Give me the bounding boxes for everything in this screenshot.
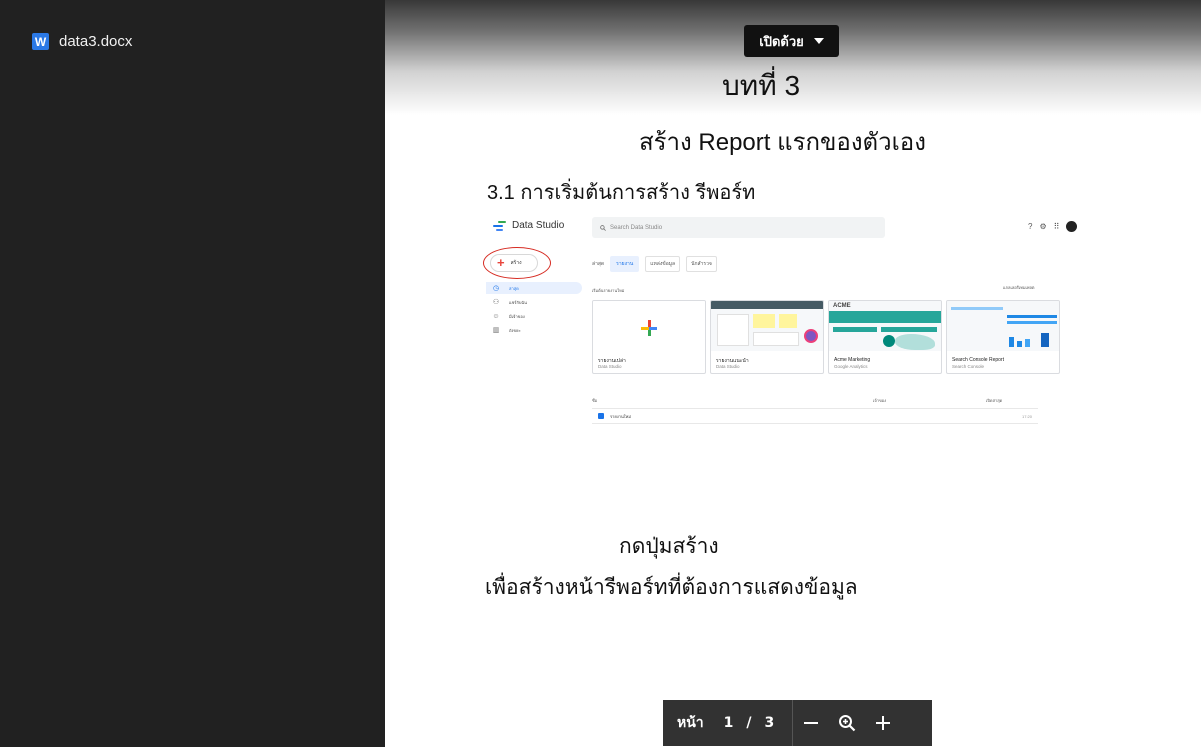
ds-nav-label: มีเจ้าของ xyxy=(509,313,525,319)
list-header-opened: เปิดล่าสุด xyxy=(986,398,1003,403)
card-subtitle: Data Studio xyxy=(598,364,622,369)
ds-nav-label: แชร์กับฉัน xyxy=(509,299,527,305)
card-subtitle: Search Console xyxy=(952,364,985,369)
plus-icon xyxy=(876,716,891,730)
start-new-report-label: เริ่มต้นรายงานใหม่ xyxy=(592,288,625,293)
list-header-owner: เจ้าของ xyxy=(873,398,887,403)
data-studio-icon xyxy=(493,220,506,231)
card-thumbnail xyxy=(593,301,705,351)
minus-icon xyxy=(804,722,819,724)
person-icon: ☺ xyxy=(492,312,500,320)
open-with-button[interactable]: เปิดด้วย xyxy=(744,25,839,57)
section-heading: 3.1 การเริ่มต้นการสร้าง รีพอร์ท xyxy=(487,182,756,204)
zoom-reset-button[interactable] xyxy=(829,700,865,746)
page-separator: / xyxy=(746,715,752,731)
zoom-out-button[interactable] xyxy=(793,700,829,746)
multicolor-plus-icon xyxy=(641,320,657,336)
ds-toolbar: ? ⚙ ⠿ xyxy=(1028,221,1078,232)
template-card-search-console: Search Console Report Search Console xyxy=(946,300,1060,374)
tab-reports: รายงาน xyxy=(610,256,640,272)
annotation-red-circle xyxy=(483,247,551,279)
tab-data-sources: แหล่งข้อมูล xyxy=(645,256,681,272)
card-subtitle: Google Analytics xyxy=(834,364,868,369)
template-card-blank: รายงานเปล่า Data Studio xyxy=(592,300,706,374)
caption-line-2: เพื่อสร้างหน้ารีพอร์ทที่ต้องการแสดงข้อมู… xyxy=(485,576,858,599)
chapter-subtitle: สร้าง Report แรกของตัวเอง xyxy=(639,129,926,156)
page-controls: หน้า 1 / 3 xyxy=(663,700,932,746)
trash-icon: ▥ xyxy=(492,327,500,334)
avatar xyxy=(1066,221,1078,232)
file-sidebar: W data3.docx xyxy=(0,0,385,747)
list-header-name: ชื่อ xyxy=(592,398,598,403)
caption-line-1: กดปุ่มสร้าง xyxy=(619,535,719,558)
file-name: data3.docx xyxy=(59,33,133,50)
file-header: W data3.docx xyxy=(32,33,132,50)
search-icon xyxy=(600,224,606,231)
document-preview: เปิดด้วย บทที่ 3 สร้าง Report แรกของตัวเ… xyxy=(385,0,1201,747)
card-thumbnail xyxy=(711,301,823,351)
ds-nav-recent: ◷ ล่าสุด xyxy=(486,282,582,294)
card-thumbnail xyxy=(947,301,1059,351)
template-card-acme: ACME Acme Marketing Google Analytics xyxy=(828,300,942,374)
ds-search-placeholder: Search Data Studio xyxy=(610,224,663,231)
ds-search-input: Search Data Studio xyxy=(592,217,885,238)
tab-recent: ล่าสุด xyxy=(592,261,605,267)
template-gallery-label: แกลเลอรีเทมเพลต xyxy=(1003,285,1035,290)
help-icon: ? xyxy=(1028,222,1033,231)
ds-nav-owned: ☺ มีเจ้าของ xyxy=(486,310,582,322)
apps-grid-icon: ⠿ xyxy=(1053,222,1060,231)
template-card-tutorial: รายงานแนะนำ Data Studio xyxy=(710,300,824,374)
word-doc-icon: W xyxy=(32,33,49,50)
data-studio-logo: Data Studio xyxy=(493,220,564,231)
card-subtitle: Data Studio xyxy=(716,364,740,369)
card-thumbnail: ACME xyxy=(829,301,941,351)
ds-nav-shared: ⚇ แชร์กับฉัน xyxy=(486,296,582,308)
app-name: Data Studio xyxy=(512,220,565,231)
total-pages: 3 xyxy=(764,715,775,731)
people-icon: ⚇ xyxy=(492,299,500,306)
caret-down-icon xyxy=(813,38,824,44)
row-name: รายงานใหม่ xyxy=(610,413,631,419)
embedded-screenshot: Data Studio Search Data Studio ? ⚙ ⠿ + ส… xyxy=(481,208,1105,448)
table-row: รายงานใหม่ 17:20 xyxy=(592,408,1038,424)
zoom-icon xyxy=(839,715,856,732)
clock-icon: ◷ xyxy=(492,285,500,292)
report-icon xyxy=(598,413,604,419)
chapter-heading: บทที่ 3 xyxy=(722,70,801,101)
open-with-label: เปิดด้วย xyxy=(759,34,804,50)
tab-explorer: นักสำรวจ xyxy=(686,256,717,272)
ds-nav-label: ถังขยะ xyxy=(509,327,521,333)
card-title: Search Console Report xyxy=(952,357,1004,363)
row-time: 17:20 xyxy=(1022,413,1033,419)
ds-nav-trash: ▥ ถังขยะ xyxy=(486,324,582,336)
card-title: Acme Marketing xyxy=(834,357,871,363)
page-label: หน้า xyxy=(677,715,704,731)
zoom-in-button[interactable] xyxy=(865,700,901,746)
ds-tabs: ล่าสุด รายงาน แหล่งข้อมูล นักสำรวจ xyxy=(592,256,717,272)
ds-nav-label: ล่าสุด xyxy=(509,285,519,291)
gear-icon: ⚙ xyxy=(1039,222,1047,231)
current-page[interactable]: 1 xyxy=(724,715,734,731)
